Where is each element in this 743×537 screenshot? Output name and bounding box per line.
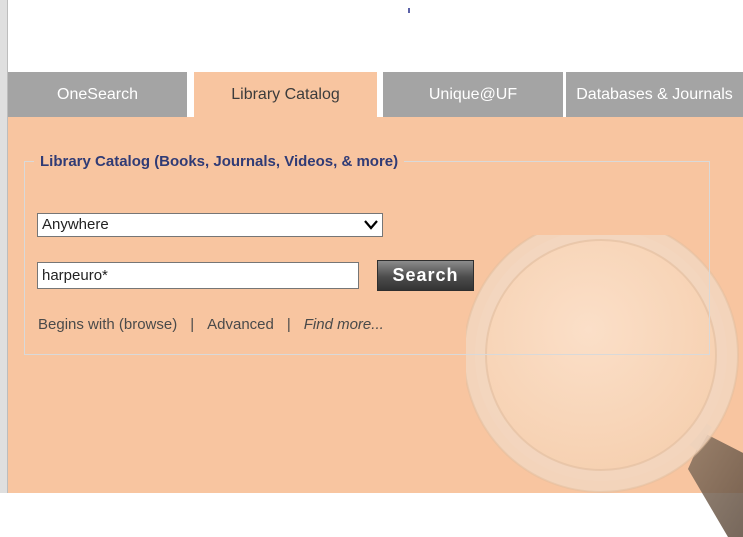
link-separator: | [286,316,291,333]
link-separator: | [190,316,195,333]
search-scope-select[interactable]: Anywhere [37,213,383,237]
search-tab-bar: OneSearch Library Catalog Unique@UF Data… [8,72,743,117]
tab-databases-journals[interactable]: Databases & Journals [566,72,743,117]
search-options-links: Begins with (browse) | Advanced | Find more.… [38,316,384,333]
tab-unique-uf[interactable]: Unique@UF [383,72,563,117]
library-catalog-panel: Library Catalog (Books, Journals, Videos… [8,117,743,537]
tab-library-catalog[interactable]: Library Catalog [194,72,377,117]
search-input[interactable] [37,262,359,289]
advanced-link[interactable]: Advanced [207,316,274,333]
header-fragment [408,8,410,13]
search-scope-value: Anywhere [42,216,109,233]
tab-onesearch[interactable]: OneSearch [8,72,187,117]
browse-link[interactable]: Begins with (browse) [38,316,177,333]
chevron-down-icon [364,220,378,230]
fieldset-legend: Library Catalog (Books, Journals, Videos… [40,153,399,170]
window-left-edge [0,0,8,493]
search-button[interactable]: Search [377,260,474,291]
find-more-link[interactable]: Find more... [304,316,384,333]
